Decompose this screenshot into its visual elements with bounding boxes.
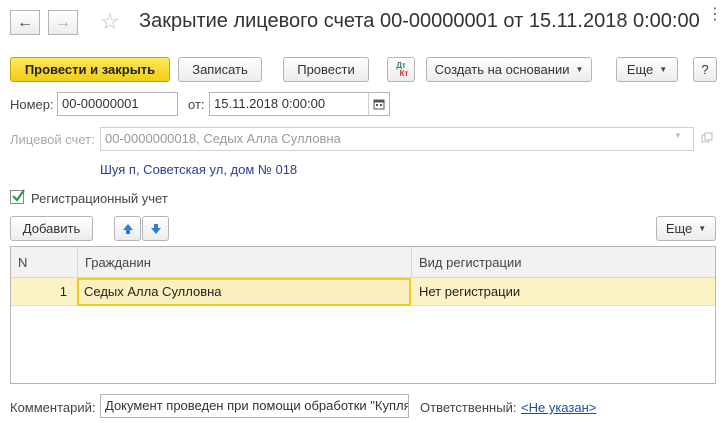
column-header-citizen[interactable]: Гражданин: [78, 247, 411, 278]
citizens-table[interactable]: N Гражданин Вид регистрации 1 Седых Алла…: [10, 246, 716, 384]
star-icon[interactable]: ☆: [100, 9, 120, 35]
open-form-icon: [701, 132, 713, 143]
save-button[interactable]: Записать: [178, 57, 262, 82]
chevron-down-icon: ▼: [698, 224, 707, 233]
calendar-icon: [373, 99, 385, 110]
create-based-on-button[interactable]: Создать на основании ▼: [426, 57, 592, 82]
back-button[interactable]: ←: [10, 10, 40, 35]
chevron-down-icon: ▼: [575, 65, 584, 74]
responsible-label: Ответственный:: [420, 400, 517, 415]
account-label: Лицевой счет:: [10, 132, 95, 147]
chevron-down-icon[interactable]: ▼: [674, 131, 682, 140]
more-button[interactable]: Еще ▼: [616, 57, 678, 82]
more-vertical-icon[interactable]: ⋮: [707, 7, 723, 23]
open-account-button[interactable]: [699, 130, 715, 146]
post-button[interactable]: Провести: [283, 57, 369, 82]
registration-label: Регистрационный учет: [31, 191, 168, 206]
help-button[interactable]: ?: [693, 57, 717, 82]
number-label: Номер:: [10, 97, 54, 112]
arrow-up-icon: [122, 223, 133, 234]
post-and-close-button[interactable]: Провести и закрыть: [10, 57, 170, 82]
column-header-reg-type[interactable]: Вид регистрации: [412, 247, 712, 278]
column-header-n[interactable]: N: [11, 247, 77, 278]
move-up-button[interactable]: [114, 216, 141, 241]
date-input[interactable]: 15.11.2018 0:00:00: [209, 92, 390, 116]
comment-label: Комментарий:: [10, 400, 96, 415]
date-label: от:: [188, 97, 205, 112]
comment-input[interactable]: Документ проведен при помощи обработки "…: [100, 394, 409, 418]
number-input[interactable]: 00-00000001: [57, 92, 178, 116]
cell-citizen[interactable]: Седых Алла Сулловна: [77, 278, 411, 306]
add-row-button[interactable]: Добавить: [10, 216, 93, 241]
arrow-left-icon: ←: [17, 13, 33, 31]
responsible-link[interactable]: <Не указан>: [521, 400, 596, 415]
forward-button[interactable]: →: [48, 10, 78, 35]
cell-reg-type[interactable]: Нет регистрации: [412, 278, 712, 306]
move-down-button[interactable]: [142, 216, 169, 241]
account-input[interactable]: 00-0000000018, Седых Алла Сулловна: [100, 127, 694, 151]
cell-n[interactable]: 1: [11, 278, 71, 306]
arrow-right-icon: →: [55, 13, 71, 31]
table-more-button[interactable]: Еще ▼: [656, 216, 716, 241]
dtkt-button[interactable]: Дт Кт: [387, 57, 415, 82]
checkmark-icon: [12, 189, 25, 202]
calendar-button[interactable]: [368, 93, 389, 115]
page-title: Закрытие лицевого счета 00-00000001 от 1…: [139, 10, 700, 32]
registration-checkbox[interactable]: [10, 189, 25, 204]
table-header: N Гражданин Вид регистрации: [11, 247, 715, 278]
address-text: Шуя п, Советская ул, дом № 018: [100, 162, 298, 177]
arrow-down-icon: [150, 223, 161, 234]
chevron-down-icon: ▼: [659, 65, 668, 74]
table-row[interactable]: 1 Седых Алла Сулловна Нет регистрации: [11, 278, 715, 306]
